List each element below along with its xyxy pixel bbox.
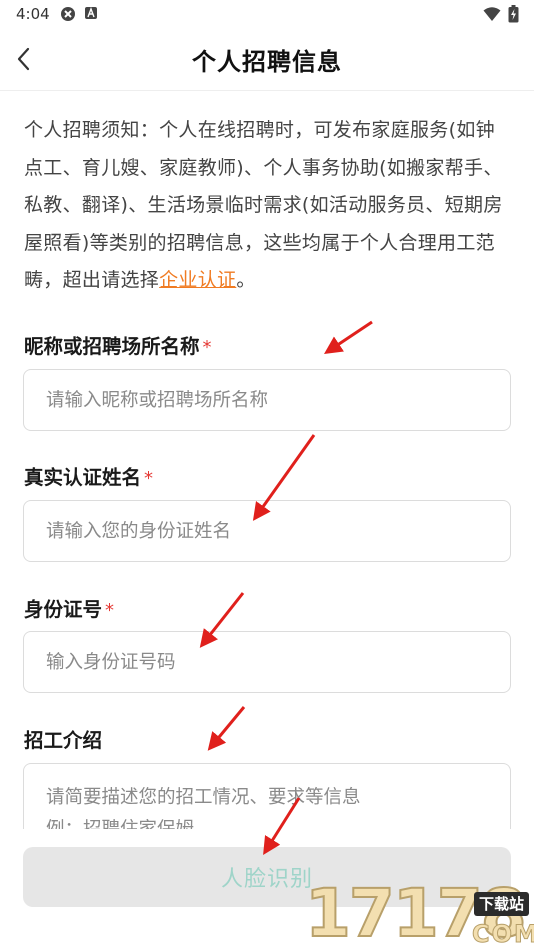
app-a-icon (85, 7, 97, 19)
required-mark: * (202, 337, 212, 358)
nickname-label: 昵称或招聘场所名称 * (24, 330, 212, 359)
wifi-icon (483, 7, 501, 21)
watermark-tag: 下载站 (474, 892, 530, 916)
nickname-input[interactable] (24, 370, 510, 430)
required-mark: * (105, 600, 115, 621)
real-name-label-text: 真实认证姓名 (24, 466, 142, 489)
notice-text: 个人招聘须知：个人在线招聘时，可发布家庭服务(如钟点工、育儿嫂、家庭教师)、个人… (24, 119, 503, 291)
id-number-input-box[interactable] (23, 631, 511, 693)
intro-placeholder-line2: 例：招聘住家保姆 (46, 814, 361, 829)
arrow-icon (324, 320, 373, 354)
nickname-input-box[interactable] (23, 369, 511, 431)
notice-end: 。 (236, 269, 256, 291)
recruit-notice: 个人招聘须知：个人在线招聘时，可发布家庭服务(如钟点工、育儿嫂、家庭教师)、个人… (24, 112, 514, 300)
battery-icon (508, 5, 519, 23)
intro-textarea[interactable]: 请简要描述您的招工情况、要求等信息 例：招聘住家保姆 (23, 763, 511, 829)
status-bar: 4:04 (0, 0, 534, 28)
real-name-input-box[interactable] (23, 500, 511, 562)
site-watermark: 17178 下载站 COM (304, 877, 534, 951)
watermark-domain: COM (472, 920, 534, 949)
arrow-icon (207, 706, 246, 751)
id-number-input[interactable] (24, 632, 510, 692)
enterprise-auth-link[interactable]: 企业认证 (159, 269, 236, 291)
intro-placeholder: 请简要描述您的招工情况、要求等信息 例：招聘住家保姆 (46, 782, 361, 829)
id-number-label: 身份证号 * (24, 593, 114, 622)
page-title: 个人招聘信息 (192, 48, 342, 76)
status-time: 4:04 (16, 5, 50, 23)
real-name-input[interactable] (24, 501, 510, 561)
intro-label: 招工介绍 (24, 724, 102, 753)
nickname-label-text: 昵称或招聘场所名称 (24, 335, 200, 358)
nav-bar: 个人招聘信息 (0, 28, 534, 91)
intro-placeholder-line1: 请简要描述您的招工情况、要求等信息 (46, 787, 361, 808)
id-number-label-text: 身份证号 (24, 598, 103, 621)
required-mark: * (144, 468, 154, 489)
vpn-icon (61, 7, 75, 21)
real-name-label: 真实认证姓名 * (24, 461, 153, 490)
intro-label-text: 招工介绍 (24, 729, 103, 752)
